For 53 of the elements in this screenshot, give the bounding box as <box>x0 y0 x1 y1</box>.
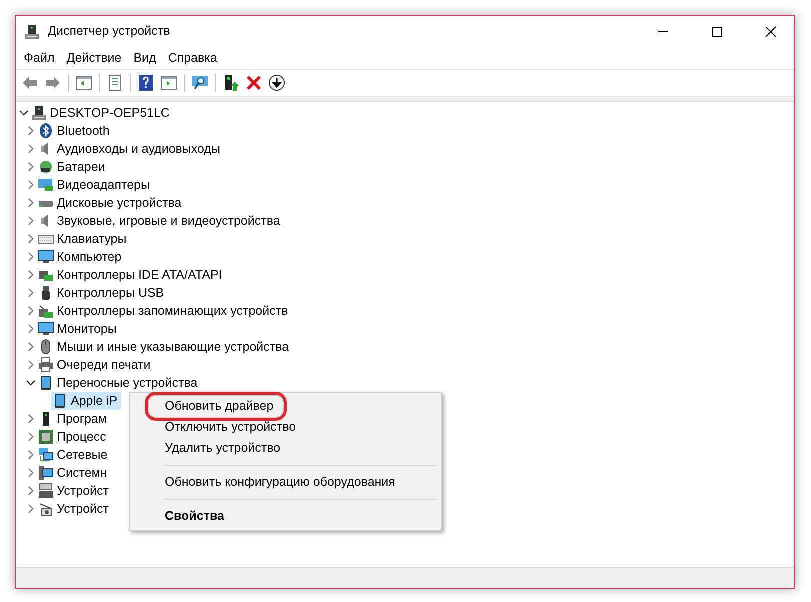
tree-item[interactable]: Аудиовходы и аудиовыходы <box>37 140 224 158</box>
tablet-icon <box>38 375 54 391</box>
menu-item[interactable]: Свойства <box>132 506 439 527</box>
bluetooth-icon <box>38 123 54 139</box>
tree-item[interactable]: Переносные устройства <box>37 374 201 392</box>
tree-item[interactable]: Мыши и иные указывающие устройства <box>37 338 292 356</box>
tree-item[interactable]: Дисковые устройства <box>37 194 185 212</box>
tree-item[interactable]: Контроллеры USB <box>37 284 168 302</box>
menu-item[interactable]: Удалить устройство <box>132 438 439 459</box>
tree-item[interactable]: Контроллеры IDE ATA/ATAPI <box>37 266 226 284</box>
battery-icon <box>38 159 54 175</box>
computer-icon <box>31 105 47 121</box>
tree-item[interactable]: Клавиатуры <box>37 230 130 248</box>
network-icon <box>38 447 54 463</box>
tablet-icon <box>52 393 68 409</box>
tree-item[interactable]: Контроллеры запоминающих устройств <box>37 302 292 320</box>
window-title: Диспетчер устройств <box>48 23 172 40</box>
tree-item[interactable]: Устройст <box>37 500 112 518</box>
tree-item[interactable]: Програм <box>37 410 110 428</box>
printer-icon <box>38 357 54 373</box>
tree-item[interactable]: Процесс <box>37 428 110 446</box>
menu-item[interactable]: Файл <box>18 46 61 70</box>
processor-icon <box>38 429 54 445</box>
monitor-icon <box>38 321 54 337</box>
tree-item[interactable]: Звуковые, игровые и видеоустройства <box>37 212 284 230</box>
tree-item[interactable]: Очереди печати <box>37 356 154 374</box>
storage-controller-icon <box>38 303 54 319</box>
tree-item[interactable]: Bluetooth <box>37 122 113 140</box>
tree-item[interactable]: Батареи <box>37 158 108 176</box>
system-device-icon <box>38 465 54 481</box>
tree-item[interactable]: Мониторы <box>37 320 120 338</box>
monitor-icon <box>38 249 54 265</box>
tree-item[interactable]: Сетевые <box>37 446 111 464</box>
menu-item[interactable]: Отключить устройство <box>132 417 439 438</box>
device-icon <box>38 501 54 517</box>
keyboard-device-icon <box>38 483 54 499</box>
tree-item[interactable]: Устройст <box>37 482 112 500</box>
menu-item[interactable]: Вид <box>128 46 162 70</box>
menu-item[interactable]: Действие <box>60 46 128 70</box>
panel-icon[interactable] <box>74 73 94 93</box>
menu-item[interactable]: Справка <box>162 46 224 70</box>
tree-item[interactable]: Видеоадаптеры <box>37 176 153 194</box>
tree-item[interactable]: Компьютер <box>37 248 125 266</box>
tree-item[interactable]: DESKTOP-OEP51LC <box>30 104 173 122</box>
download-icon[interactable] <box>267 73 287 93</box>
help-icon[interactable] <box>136 73 156 93</box>
computer-icon <box>24 24 40 40</box>
delete-icon[interactable] <box>244 73 264 93</box>
tree-item[interactable]: Системн <box>37 464 110 482</box>
tree-item[interactable]: Apple iP <box>51 392 121 410</box>
menu-item[interactable]: Обновить конфигурацию оборудования <box>132 472 439 493</box>
display-adapter-icon <box>38 177 54 193</box>
panel-icon[interactable] <box>159 73 179 93</box>
